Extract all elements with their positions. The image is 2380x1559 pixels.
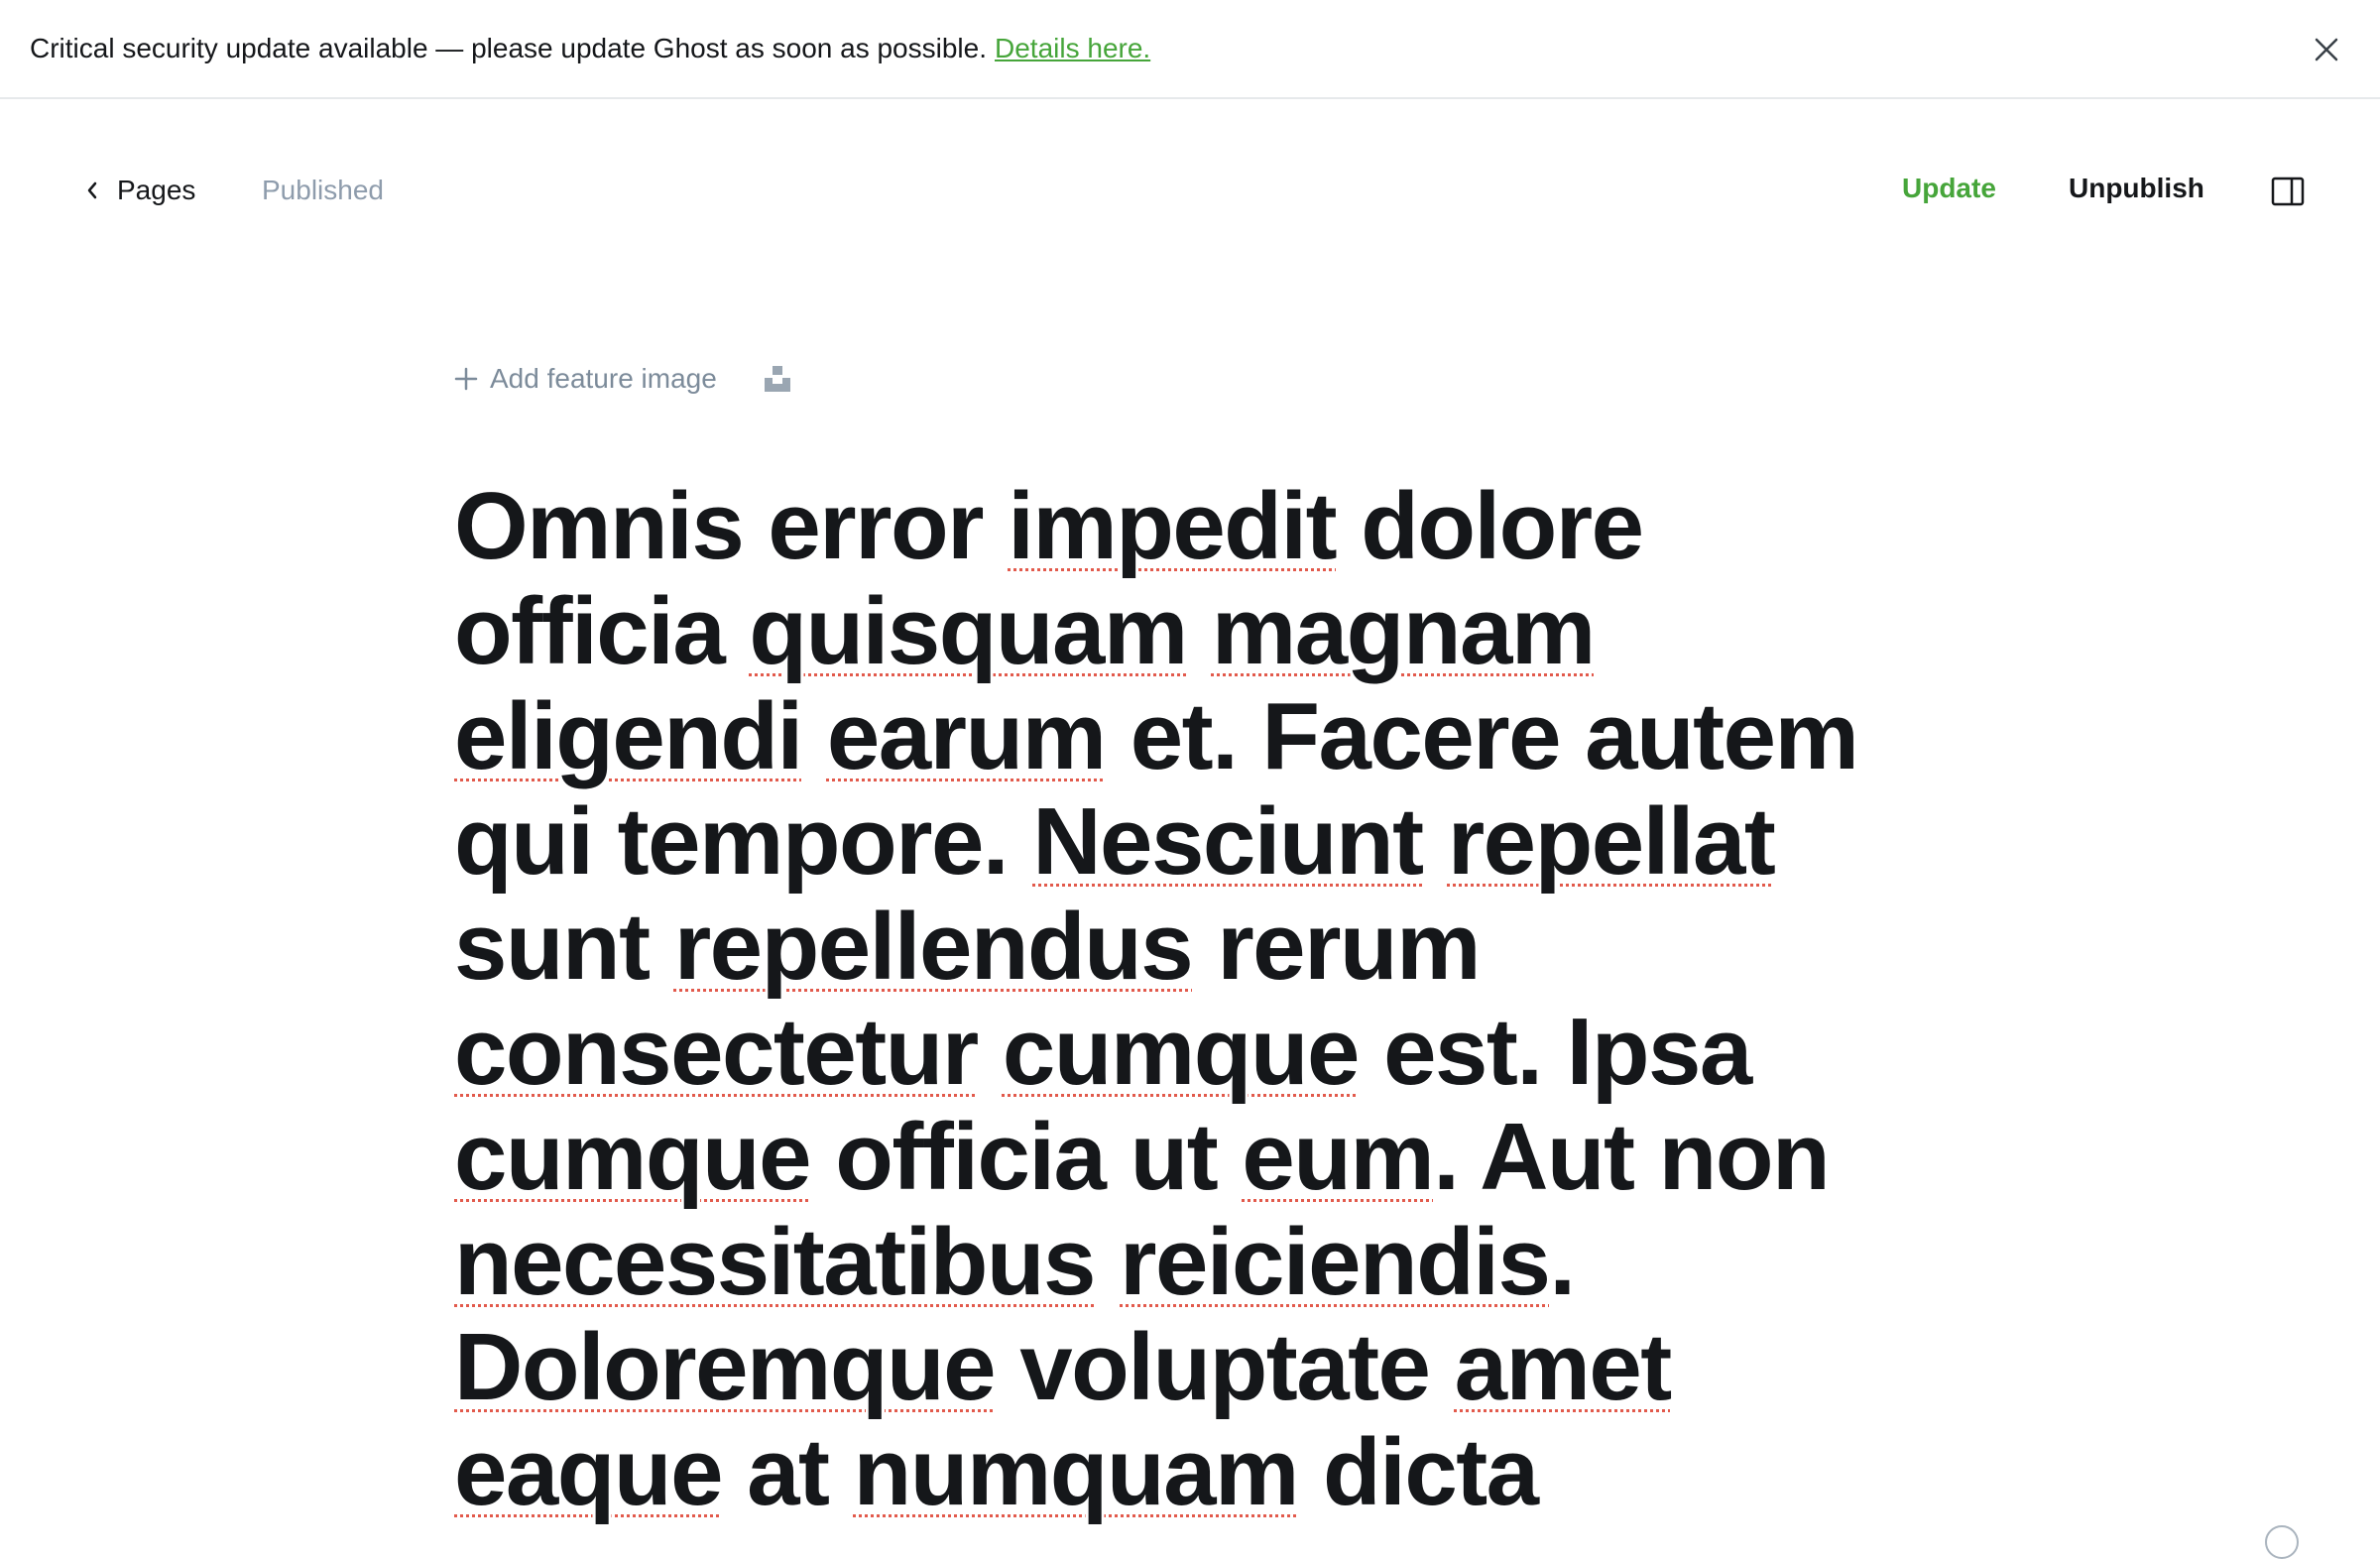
title-text: at — [721, 1419, 854, 1525]
misspelled-word: magnam — [1211, 578, 1596, 684]
add-feature-image-button[interactable]: Add feature image — [454, 363, 717, 395]
title-text: voluptate — [995, 1314, 1455, 1420]
help-icon[interactable] — [2265, 1525, 2299, 1559]
title-text — [1423, 788, 1448, 895]
misspelled-word: impedit — [1008, 473, 1337, 579]
misspelled-word: cumque — [1002, 999, 1361, 1105]
title-text: . Aut non — [1433, 1104, 1830, 1210]
misspelled-word: amet — [1454, 1314, 1673, 1420]
title-text: sunt — [454, 894, 674, 1000]
title-text — [1187, 578, 1212, 684]
feature-image-row: Add feature image — [454, 363, 792, 395]
unpublish-button[interactable]: Unpublish — [2069, 173, 2204, 204]
editor-header: Pages Published Update Unpublish — [0, 99, 2380, 288]
back-label: Pages — [117, 175, 196, 205]
title-text — [1095, 1209, 1120, 1315]
misspelled-word: numquam — [853, 1419, 1300, 1525]
plus-icon — [454, 367, 478, 391]
misspelled-word: earum — [826, 683, 1107, 789]
post-status: Published — [262, 175, 384, 205]
title-text: Omnis error — [454, 473, 1009, 579]
misspelled-word: cumque — [454, 1104, 812, 1210]
misspelled-word: repellat — [1447, 788, 1776, 895]
chevron-left-icon — [87, 181, 97, 199]
misspelled-word: consectetur — [454, 999, 979, 1105]
back-to-pages-link[interactable]: Pages — [85, 175, 195, 206]
title-text — [802, 683, 827, 789]
title-text: rerum — [1192, 894, 1481, 1000]
misspelled-word: eaque — [454, 1419, 723, 1525]
banner-message: Critical security update available — ple… — [30, 33, 987, 63]
add-feature-image-label: Add feature image — [490, 363, 717, 394]
title-text: dicta — [1297, 1419, 1539, 1525]
update-button[interactable]: Update — [1902, 173, 1996, 204]
misspelled-word: Nesciunt — [1032, 788, 1424, 895]
title-text — [978, 999, 1003, 1105]
close-icon[interactable] — [2307, 30, 2346, 69]
sidebar-toggle-icon[interactable] — [2271, 177, 2305, 206]
title-text: officia ut — [810, 1104, 1243, 1210]
misspelled-word: quisquam — [749, 578, 1188, 684]
misspelled-word: eum — [1242, 1104, 1434, 1210]
banner-details-link[interactable]: Details here. — [995, 33, 1150, 64]
misspelled-word: necessitatibus — [454, 1209, 1096, 1315]
title-text: . — [1549, 1209, 1576, 1315]
security-alert-banner: Critical security update available — ple… — [0, 0, 2380, 99]
misspelled-word: Doloremque — [454, 1314, 997, 1420]
misspelled-word: repellendus — [673, 894, 1194, 1000]
title-text: est. Ipsa — [1358, 999, 1752, 1105]
post-title[interactable]: Omnis error impedit dolore officia quisq… — [454, 474, 1932, 1525]
misspelled-word: reiciendis — [1120, 1209, 1551, 1315]
misspelled-word: eligendi — [454, 683, 803, 789]
unsplash-icon[interactable] — [763, 364, 792, 394]
